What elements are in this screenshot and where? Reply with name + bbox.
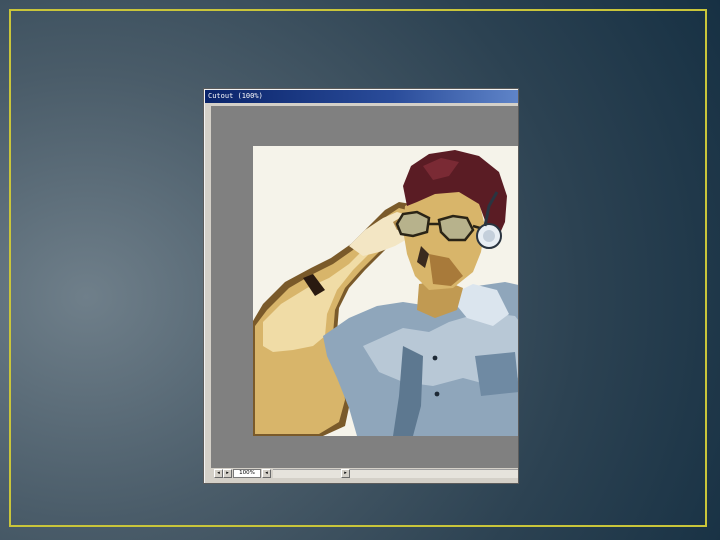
zoom-level-field[interactable]: 100% <box>233 469 261 478</box>
document-canvas[interactable] <box>211 106 518 468</box>
nav-next-button[interactable]: ▸ <box>223 469 232 478</box>
cutout-illustration <box>253 146 518 436</box>
horizontal-scrollbar[interactable] <box>273 469 518 478</box>
window-title[interactable]: Cutout (100%) <box>205 90 518 103</box>
triangle-right-icon: ▸ <box>226 470 229 476</box>
cutout-filtered-image <box>253 146 518 436</box>
status-bar: ◂ ▸ 100% ◂ ▸ <box>211 469 518 479</box>
image-window[interactable]: Cutout (100%) ◂ ▸ 100% ◂ ▸ <box>204 89 518 483</box>
scroll-left-button[interactable]: ◂ <box>262 469 271 478</box>
nav-prev-button[interactable]: ◂ <box>214 469 223 478</box>
arrow-left-icon: ◂ <box>265 470 268 476</box>
triangle-left-icon: ◂ <box>217 470 220 476</box>
arrow-right-icon: ▸ <box>344 470 347 476</box>
scroll-right-button[interactable]: ▸ <box>341 469 350 478</box>
